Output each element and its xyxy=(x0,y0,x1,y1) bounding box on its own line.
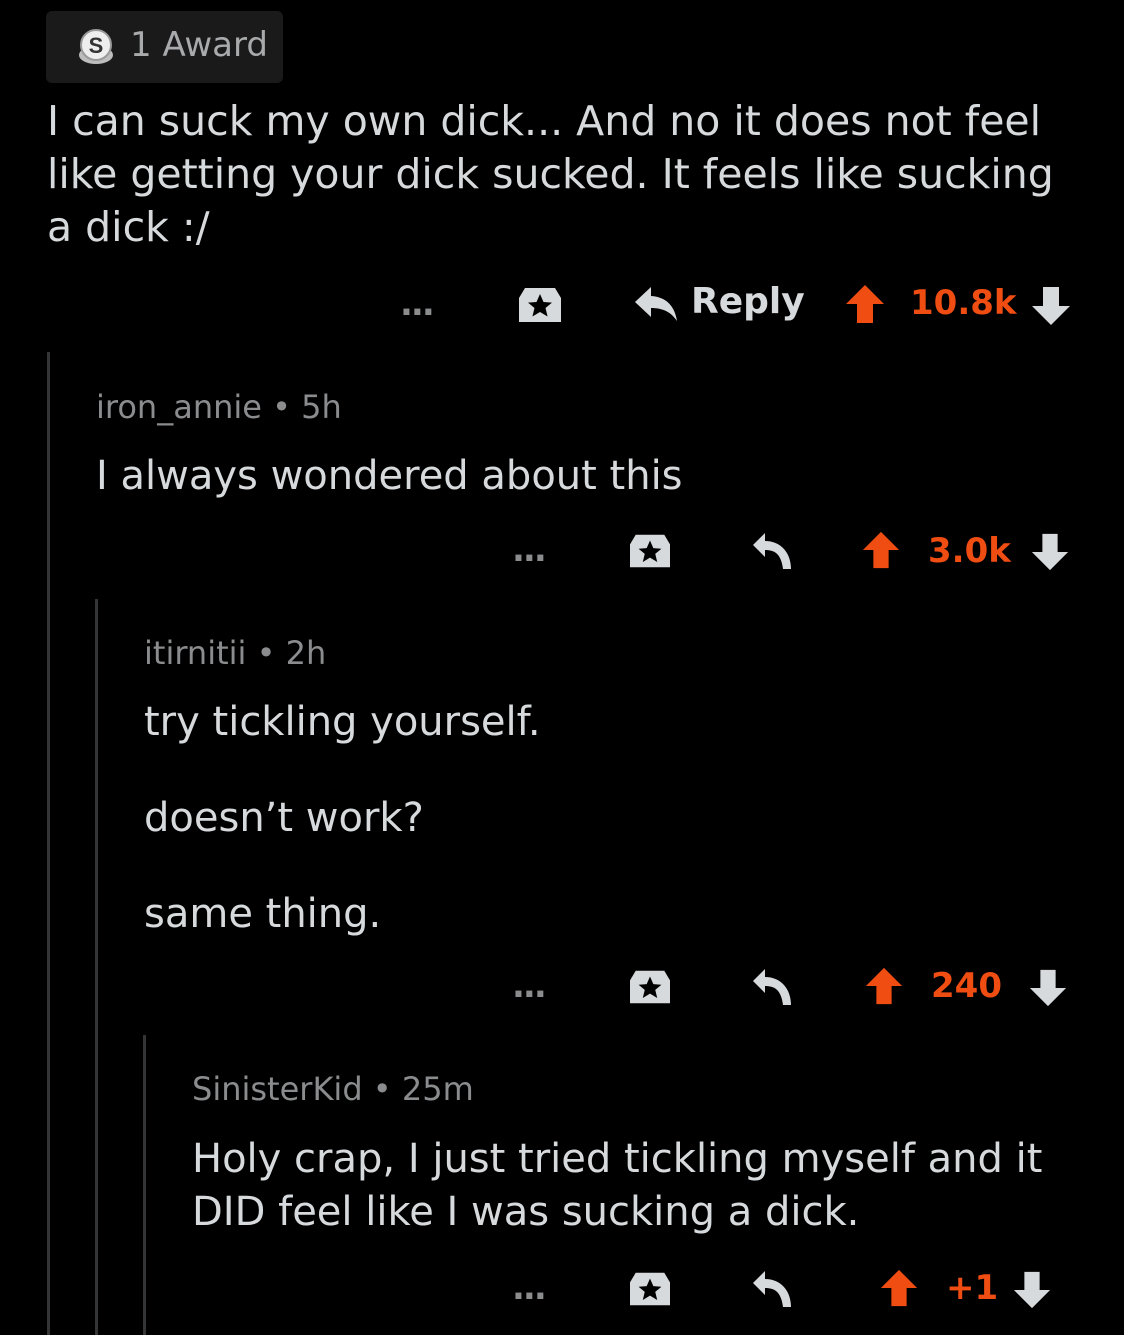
award-label: 1 Award xyxy=(130,25,268,65)
separator-dot: • xyxy=(372,1070,392,1108)
timestamp: 2h xyxy=(285,634,327,672)
score-label: +1 xyxy=(946,1268,999,1308)
more-options-button[interactable]: ... xyxy=(512,1268,547,1308)
reply-icon[interactable] xyxy=(751,531,793,571)
downvote-arrow-icon[interactable] xyxy=(1030,285,1072,327)
comment-meta: iron_annie • 5h xyxy=(96,388,342,426)
downvote-arrow-icon[interactable] xyxy=(1028,968,1068,1008)
score-label: 240 xyxy=(931,966,1002,1006)
separator-dot: • xyxy=(272,388,291,426)
comment-body: I always wondered about this xyxy=(96,453,683,499)
reply-icon[interactable] xyxy=(633,285,679,325)
reply-icon[interactable] xyxy=(751,1269,793,1309)
reply-button[interactable]: Reply xyxy=(691,281,805,322)
comment-body-line: doesn’t work? xyxy=(144,795,424,841)
upvote-arrow-icon[interactable] xyxy=(879,1268,919,1308)
award-icon[interactable] xyxy=(628,1269,672,1309)
score-label: 10.8k xyxy=(910,283,1017,323)
award-icon[interactable] xyxy=(517,284,563,326)
upvote-arrow-icon[interactable] xyxy=(864,966,904,1006)
downvote-arrow-icon[interactable] xyxy=(1030,532,1070,572)
reply-icon[interactable] xyxy=(751,967,793,1007)
separator-dot: • xyxy=(256,634,276,672)
award-icon[interactable] xyxy=(628,967,672,1007)
comment-body-line: same thing. xyxy=(144,891,382,937)
thread-line-2[interactable] xyxy=(95,599,98,1335)
score-label: 3.0k xyxy=(928,531,1011,571)
comment-body-line: try tickling yourself. xyxy=(144,699,541,745)
more-options-button[interactable]: ... xyxy=(400,284,435,324)
comment-meta: itirnitii • 2h xyxy=(144,634,326,672)
username[interactable]: itirnitii xyxy=(144,634,246,672)
downvote-arrow-icon[interactable] xyxy=(1012,1270,1052,1310)
comment-meta: SinisterKid • 25m xyxy=(192,1070,474,1108)
silver-award-icon: S xyxy=(79,29,113,64)
top-comment-body: I can suck my own dick... And no it does… xyxy=(47,97,1054,251)
award-icon[interactable] xyxy=(628,531,672,571)
timestamp: 25m xyxy=(401,1070,474,1108)
timestamp: 5h xyxy=(301,388,342,426)
award-badge[interactable]: S 1 Award xyxy=(46,11,283,83)
more-options-button[interactable]: ... xyxy=(512,966,547,1006)
username[interactable]: iron_annie xyxy=(96,388,262,426)
username[interactable]: SinisterKid xyxy=(192,1070,363,1108)
upvote-arrow-icon[interactable] xyxy=(861,530,901,570)
comment-body: Holy crap, I just tried tickling myself … xyxy=(192,1136,1043,1235)
thread-line-1[interactable] xyxy=(47,352,50,1335)
upvote-arrow-icon[interactable] xyxy=(844,283,886,325)
thread-line-3[interactable] xyxy=(143,1035,146,1335)
svg-text:S: S xyxy=(89,33,104,58)
more-options-button[interactable]: ... xyxy=(512,530,547,570)
